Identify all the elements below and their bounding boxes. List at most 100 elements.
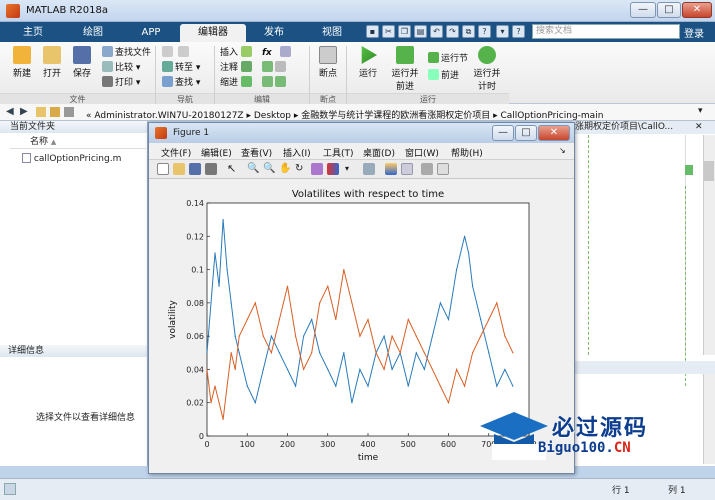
advance-button[interactable]: 前进 <box>428 69 459 83</box>
data-point <box>234 335 236 337</box>
chart-title: Volatilites with respect to time <box>292 189 444 200</box>
help-circle-icon[interactable]: ? <box>512 25 525 38</box>
up-folder-icon[interactable] <box>36 107 46 117</box>
data-point <box>472 352 474 354</box>
editor-scrollbar-thumb[interactable] <box>704 161 714 181</box>
zoom-in-icon[interactable]: 🔍 <box>247 163 259 175</box>
figure-maximize-button[interactable]: □ <box>515 125 537 141</box>
folder-nav-icon[interactable] <box>64 107 74 117</box>
tab-view[interactable]: 视图 <box>306 24 358 42</box>
name-column-header[interactable]: 名称 ▲ <box>10 136 146 149</box>
paste-icon[interactable]: ▤ <box>414 25 427 38</box>
figure-close-button[interactable]: ✕ <box>538 125 570 141</box>
save-button[interactable]: 保存 <box>66 46 98 79</box>
close-button[interactable]: ✕ <box>682 2 712 18</box>
data-cursor-icon[interactable] <box>311 163 323 175</box>
save-quick-icon[interactable]: ▪ <box>366 25 379 38</box>
brush-icon[interactable] <box>327 163 339 175</box>
search-docs-input[interactable]: 搜索文档 <box>532 24 680 39</box>
colorbar-icon[interactable] <box>385 163 397 175</box>
compare-button[interactable]: 比较 ▾ <box>102 61 140 75</box>
breadcrumb-item[interactable]: 金融数学与统计学课程的欧洲看涨期权定价项目 <box>301 111 490 121</box>
uncomment-button[interactable] <box>262 61 288 75</box>
print-button[interactable]: 打印 ▾ <box>102 76 140 90</box>
new-figure-icon[interactable] <box>157 163 169 175</box>
breadcrumb-item[interactable]: Desktop <box>254 111 291 121</box>
forward-arrow-icon[interactable]: ▶ <box>20 106 28 117</box>
back-arrow-icon[interactable]: ◀ <box>6 106 14 117</box>
help-dropdown-icon[interactable]: ▾ <box>496 25 509 38</box>
menu-edit[interactable]: 编辑(E) <box>201 146 232 159</box>
run-advance-button[interactable]: 运行并 前进 <box>388 46 422 92</box>
rotate-3d-icon[interactable]: ↻ <box>295 163 307 175</box>
data-point <box>351 402 353 404</box>
dock-arrow-icon[interactable]: ↘ <box>559 146 566 155</box>
cut-icon[interactable]: ✂ <box>382 25 395 38</box>
unindent-button[interactable] <box>262 76 288 90</box>
address-dropdown-icon[interactable]: ▾ <box>698 106 703 116</box>
link-plot-icon[interactable] <box>363 163 375 175</box>
breadcrumb-overflow[interactable]: « <box>86 111 92 121</box>
redo-icon[interactable]: ↷ <box>446 25 459 38</box>
print-figure-icon[interactable] <box>205 163 217 175</box>
x-tick-label: 500 <box>401 440 416 449</box>
open-file-icon[interactable] <box>173 163 185 175</box>
data-point <box>496 385 498 387</box>
menu-insert[interactable]: 插入(I) <box>283 146 311 159</box>
legend-icon[interactable] <box>401 163 413 175</box>
data-point <box>399 352 401 354</box>
help-question-icon[interactable]: ? <box>478 25 491 38</box>
list-item[interactable]: callOptionPricing.m <box>22 153 121 164</box>
brush-dropdown-icon[interactable]: ▾ <box>345 163 357 175</box>
data-point <box>351 302 353 304</box>
menu-help[interactable]: 帮助(H) <box>451 146 483 159</box>
tab-plots[interactable]: 绘图 <box>64 24 122 42</box>
open-button[interactable]: 打开 <box>36 46 68 79</box>
run-section-button[interactable]: 运行节 <box>428 52 468 66</box>
login-link[interactable]: 登录 <box>684 25 704 40</box>
show-plot-tools-icon[interactable] <box>437 163 449 175</box>
minimize-button[interactable]: — <box>630 2 656 18</box>
watermark: 必过源码 Biguo100.CN <box>478 408 708 466</box>
menu-desktop[interactable]: 桌面(D) <box>363 146 395 159</box>
hide-plot-tools-icon[interactable] <box>421 163 433 175</box>
tab-home[interactable]: 主页 <box>8 24 58 42</box>
comment-button[interactable]: 注释 <box>220 61 254 75</box>
zoom-out-icon[interactable]: 🔍 <box>263 163 275 175</box>
edit-extra-button[interactable] <box>280 46 293 60</box>
save-figure-icon[interactable] <box>189 163 201 175</box>
menu-window[interactable]: 窗口(W) <box>405 146 439 159</box>
breadcrumb-item[interactable]: Administrator.WIN7U-20180127Z <box>94 111 243 121</box>
goto-icon <box>162 61 173 72</box>
watermark-cn-text: 必过源码 <box>552 416 649 441</box>
insert-button[interactable]: 插入 <box>220 46 254 60</box>
pointer-icon[interactable]: ↖ <box>227 163 239 175</box>
panel-close-icon[interactable]: ✕ <box>695 122 703 132</box>
figure-minimize-button[interactable]: — <box>492 125 514 141</box>
tab-publish[interactable]: 发布 <box>250 24 298 42</box>
data-point <box>391 335 393 337</box>
find-button[interactable]: 查找 ▾ <box>162 76 200 90</box>
maximize-button[interactable]: □ <box>657 2 681 18</box>
pan-hand-icon[interactable]: ✋ <box>279 163 291 175</box>
copy-icon[interactable]: ❐ <box>398 25 411 38</box>
tab-editor[interactable]: 编辑器 <box>180 24 246 42</box>
fx-button[interactable]: fx <box>262 46 272 60</box>
tab-apps[interactable]: APP <box>125 24 177 42</box>
breakpoints-button[interactable]: 断点 <box>312 46 344 79</box>
run-and-time-button[interactable]: 运行并 计时 <box>470 46 504 92</box>
menu-file[interactable]: 文件(F) <box>161 146 191 159</box>
run-button[interactable]: 运行 <box>352 46 384 79</box>
switch-windows-icon[interactable]: ⧉ <box>462 25 475 38</box>
menu-tools[interactable]: 工具(T) <box>323 146 354 159</box>
data-point <box>455 368 458 371</box>
indent-button[interactable]: 缩进 <box>220 76 254 90</box>
new-button[interactable]: 新建 <box>6 46 38 79</box>
sort-arrow-icon: ▲ <box>50 138 57 146</box>
goto-button[interactable]: 转至 ▾ <box>162 61 200 75</box>
browse-folder-icon[interactable] <box>50 107 60 117</box>
find-files-button[interactable]: 查找文件 <box>102 46 151 60</box>
undo-icon[interactable]: ↶ <box>430 25 443 38</box>
breadcrumb-item[interactable]: CallOptionPricing-main <box>501 111 604 121</box>
menu-view[interactable]: 查看(V) <box>241 146 272 159</box>
